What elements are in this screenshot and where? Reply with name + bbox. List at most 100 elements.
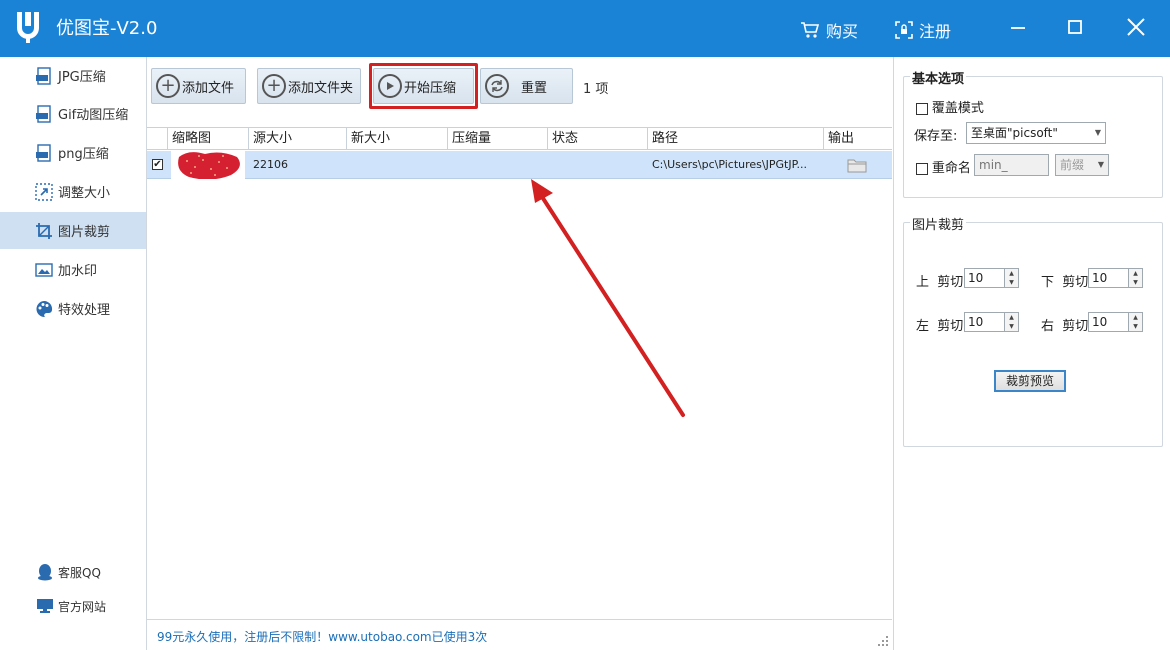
sidebar-item-gif[interactable]: Gif动图压缩 xyxy=(0,95,146,132)
sidebar-item-effects[interactable]: 特效处理 xyxy=(0,290,146,327)
file-table: 缩略图 源大小 新大小 压缩量 状态 路径 输出 ✔ 22106 C:\User… xyxy=(147,127,892,610)
strawberry-thumbnail-icon xyxy=(171,151,245,179)
spin-down-icon[interactable]: ▼ xyxy=(1128,322,1142,331)
overwrite-mode-checkbox[interactable]: 覆盖模式 xyxy=(916,97,984,116)
row-reduction xyxy=(447,151,547,179)
sidebar-bottom-label: 官方网站 xyxy=(58,599,107,614)
sidebar-qq-support[interactable]: 客服QQ xyxy=(0,558,146,586)
prefix-select[interactable]: 前缀 ▼ xyxy=(1055,154,1109,176)
add-file-label: 添加文件 xyxy=(182,80,235,96)
resize-icon xyxy=(34,182,54,202)
spin-up-icon[interactable]: ▲ xyxy=(1004,313,1018,322)
highlight-box xyxy=(369,63,478,109)
register-label: 注册 xyxy=(919,22,952,41)
register-icon xyxy=(895,21,913,39)
row-new-size xyxy=(346,151,447,179)
table-row[interactable]: ✔ 22106 C:\Users\pc\Pictures\JPGtJP... xyxy=(147,151,892,179)
maximize-button[interactable] xyxy=(1058,12,1092,42)
crop-left-label: 左 剪切: xyxy=(916,315,968,334)
refresh-icon xyxy=(485,74,509,98)
column-header-path[interactable]: 路径 xyxy=(647,128,823,150)
png-icon xyxy=(34,143,54,163)
chevron-down-icon: ▼ xyxy=(1097,160,1104,169)
crop-bottom-value: 10 xyxy=(1092,271,1108,285)
chevron-down-icon: ▼ xyxy=(1094,128,1101,137)
checkbox-box xyxy=(916,102,928,115)
close-button[interactable] xyxy=(1119,12,1153,42)
save-to-label: 保存至: xyxy=(914,129,958,144)
minimize-button[interactable] xyxy=(1001,12,1035,42)
crop-group: 图片裁剪 上 剪切: 10 ▲ ▼ 下 剪切: 10 ▲ ▼ 左 剪切: 10 … xyxy=(903,214,1163,447)
prefix-value: 前缀 xyxy=(1060,158,1085,172)
sidebar-item-jpg[interactable]: JPG压缩 xyxy=(0,57,146,94)
basic-options-group: 基本选项 覆盖模式 保存至: 至桌面"picsoft" ▼ 重命名 前缀 ▼ xyxy=(903,68,1163,198)
spin-down-icon[interactable]: ▼ xyxy=(1128,278,1142,287)
spin-up-icon[interactable]: ▲ xyxy=(1004,269,1018,278)
status-text[interactable]: 99元永久使用，注册后不限制！www.utobao.com已使用3次 xyxy=(157,628,487,645)
sidebar: JPG压缩 Gif动图压缩 png压缩 调整大小 图片裁剪 加水印 特效处理 客… xyxy=(0,57,147,650)
sidebar-item-label: png压缩 xyxy=(58,147,109,162)
crop-icon xyxy=(34,221,54,241)
save-to-select[interactable]: 至桌面"picsoft" ▼ xyxy=(966,122,1106,144)
spin-down-icon[interactable]: ▼ xyxy=(1004,322,1018,331)
crop-right-value: 10 xyxy=(1092,315,1108,329)
plus-icon: + xyxy=(262,74,286,98)
sidebar-item-watermark[interactable]: 加水印 xyxy=(0,251,146,288)
overwrite-mode-label: 覆盖模式 xyxy=(931,101,984,116)
minimize-icon xyxy=(1011,27,1025,29)
add-file-button[interactable]: + 添加文件 xyxy=(151,68,246,104)
crop-bottom-side: 下 xyxy=(1041,275,1055,290)
row-checkbox[interactable]: ✔ xyxy=(152,159,163,170)
sidebar-item-png[interactable]: png压缩 xyxy=(0,134,146,171)
sidebar-item-label: JPG压缩 xyxy=(58,70,106,85)
row-thumbnail xyxy=(171,151,245,179)
sidebar-item-crop[interactable]: 图片裁剪 xyxy=(0,212,146,249)
spin-up-icon[interactable]: ▲ xyxy=(1128,269,1142,278)
buy-button[interactable]: 购买 xyxy=(800,18,858,42)
add-folder-button[interactable]: + 添加文件夹 xyxy=(257,68,361,104)
register-button[interactable]: 注册 xyxy=(895,18,951,42)
column-header-reduction[interactable]: 压缩量 xyxy=(447,128,547,150)
crop-top-value: 10 xyxy=(968,271,984,285)
sidebar-item-resize[interactable]: 调整大小 xyxy=(0,173,146,210)
row-path: C:\Users\pc\Pictures\JPGtJP... xyxy=(652,158,807,171)
column-header-thumbnail[interactable]: 缩略图 xyxy=(167,128,248,150)
gif-icon xyxy=(34,104,54,124)
open-folder-button[interactable] xyxy=(847,151,877,179)
crop-top-spinner[interactable]: 10 ▲ ▼ xyxy=(964,268,1019,288)
crop-right-spinner[interactable]: 10 ▲ ▼ xyxy=(1088,312,1143,332)
sidebar-item-label: 加水印 xyxy=(58,264,98,279)
spin-down-icon[interactable]: ▼ xyxy=(1004,278,1018,287)
crop-left-spinner[interactable]: 10 ▲ ▼ xyxy=(964,312,1019,332)
sidebar-item-label: Gif动图压缩 xyxy=(58,108,129,123)
main-area: + 添加文件 + 添加文件夹 开始压缩 重置 1 项 缩略图 源大小 新大小 压… xyxy=(147,57,893,650)
checkbox-box xyxy=(916,162,928,175)
crop-bottom-spinner[interactable]: 10 ▲ ▼ xyxy=(1088,268,1143,288)
crop-right-label: 右 剪切: xyxy=(1041,315,1093,334)
spin-up-icon[interactable]: ▲ xyxy=(1128,313,1142,322)
reset-button[interactable]: 重置 xyxy=(480,68,573,104)
item-count: 1 项 xyxy=(583,82,609,97)
column-header-status[interactable]: 状态 xyxy=(547,128,647,150)
sidebar-official-site[interactable]: 官方网站 xyxy=(0,592,146,620)
maximize-icon xyxy=(1068,20,1082,34)
save-to-value: 至桌面"picsoft" xyxy=(971,126,1058,140)
column-header-new-size[interactable]: 新大小 xyxy=(346,128,447,150)
app-logo-icon xyxy=(17,12,39,43)
column-header-source-size[interactable]: 源大小 xyxy=(248,128,346,150)
rename-checkbox[interactable]: 重命名 xyxy=(916,157,971,176)
sidebar-item-label: 特效处理 xyxy=(58,303,111,318)
crop-left-value: 10 xyxy=(968,315,984,329)
sidebar-item-label: 图片裁剪 xyxy=(58,225,111,240)
rename-label: 重命名 xyxy=(931,161,971,176)
rename-input[interactable] xyxy=(974,154,1049,176)
row-source-size: 22106 xyxy=(253,158,288,171)
close-icon xyxy=(1127,18,1145,36)
buy-label: 购买 xyxy=(826,22,859,41)
table-header: 缩略图 源大小 新大小 压缩量 状态 路径 输出 xyxy=(147,128,892,150)
crop-top-label: 上 剪切: xyxy=(916,271,968,290)
column-header-output[interactable]: 输出 xyxy=(823,128,892,150)
crop-bottom-label: 下 剪切: xyxy=(1041,271,1093,290)
crop-preview-button[interactable]: 裁剪预览 xyxy=(994,370,1066,392)
crop-left-side: 左 xyxy=(916,319,930,334)
